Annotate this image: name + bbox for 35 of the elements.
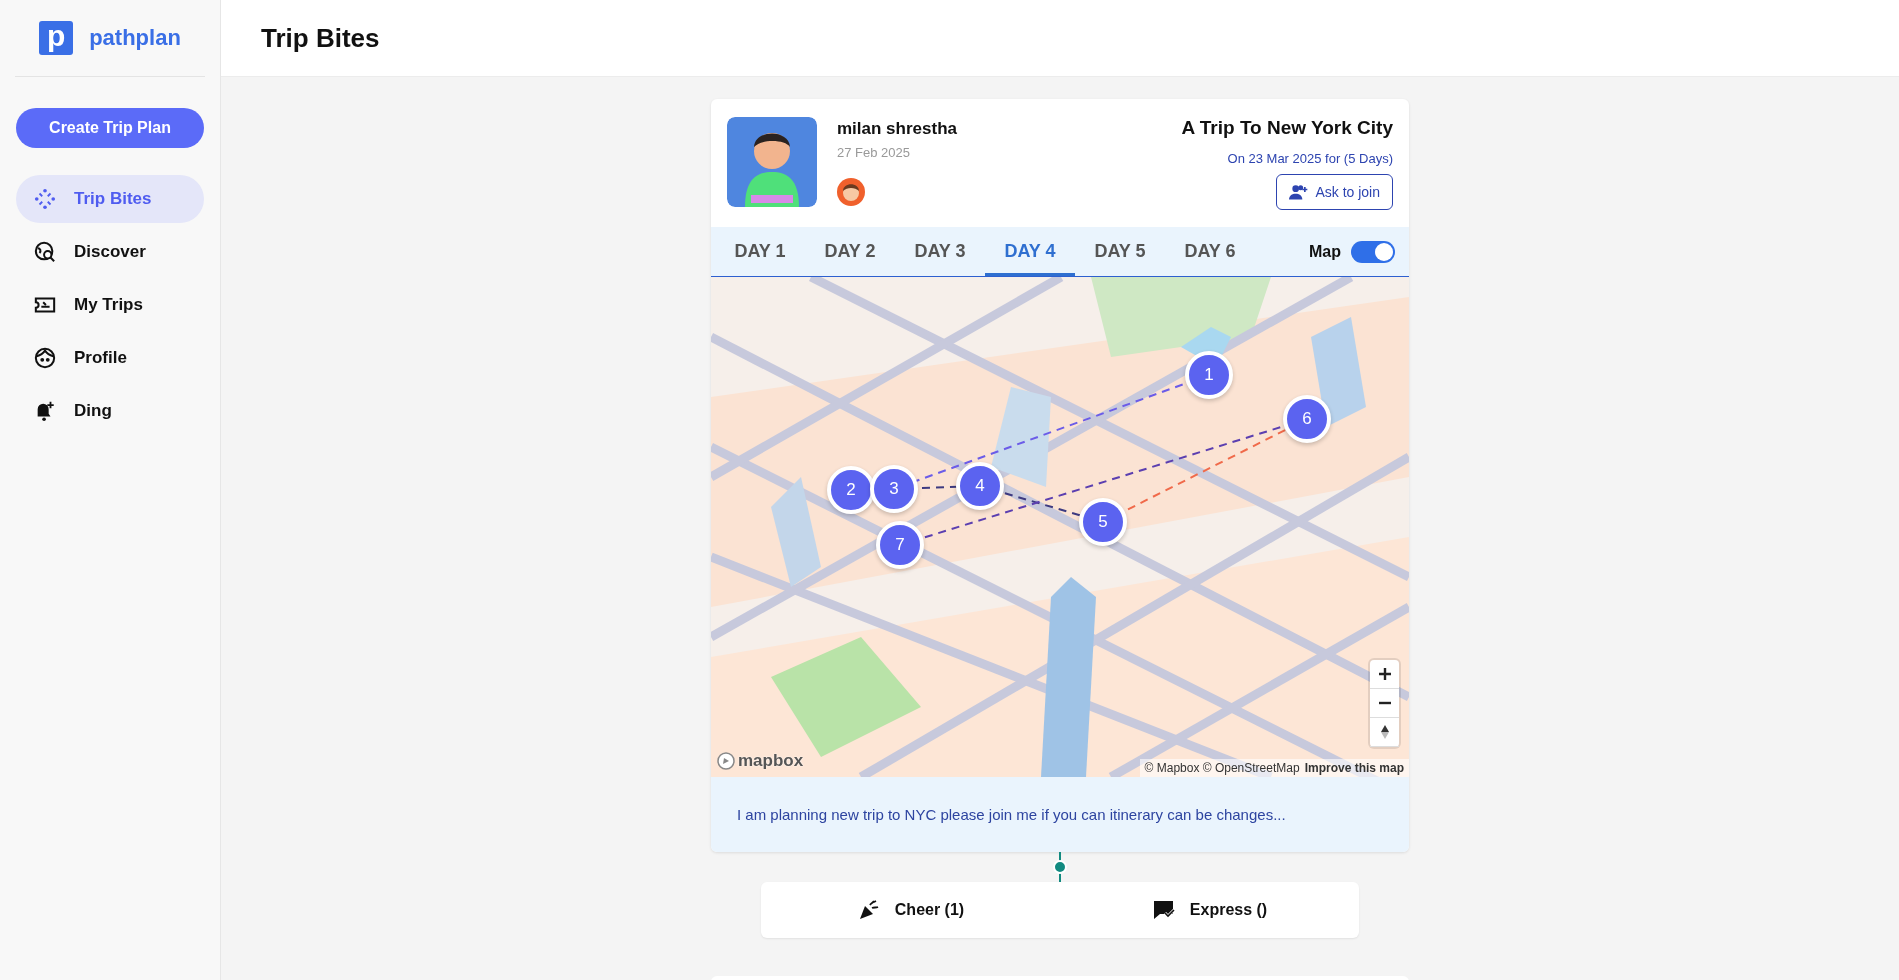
app-name: pathplan — [89, 25, 181, 51]
day-tab[interactable]: DAY 3 — [895, 227, 985, 276]
create-trip-button[interactable]: Create Trip Plan — [16, 108, 204, 148]
sidebar-item[interactable]: Discover — [16, 228, 204, 276]
map-toggle[interactable] — [1351, 240, 1395, 263]
cheer-button[interactable]: Cheer (1) — [761, 882, 1060, 938]
day-tab[interactable]: DAY 2 — [805, 227, 895, 276]
page-title: Trip Bites — [261, 22, 380, 54]
map-attribution: © Mapbox © OpenStreetMap — [1144, 761, 1300, 775]
trip-description: I am planning new trip to NYC please join me if you can itinerary can be changes... — [711, 777, 1409, 852]
sidebar-item[interactable]: My Trips — [16, 281, 204, 329]
add-people-icon — [1289, 183, 1310, 201]
day-tab[interactable]: DAY 5 — [1075, 227, 1165, 276]
improve-map-link[interactable]: Improve this map — [1304, 761, 1404, 775]
mapbox-logo-icon — [717, 752, 735, 770]
globe-search-icon — [34, 241, 56, 263]
trip-title: A Trip To New York City — [1181, 117, 1393, 139]
logo-icon: p — [39, 21, 74, 55]
sparkle-icon — [34, 188, 56, 210]
express-button[interactable]: Express () — [1060, 882, 1359, 938]
plus-icon — [1377, 667, 1392, 681]
day-tab[interactable]: DAY 1 — [715, 227, 805, 276]
sidebar-item[interactable]: Trip Bites — [16, 175, 204, 223]
sidebar-item[interactable]: Ding — [16, 387, 204, 435]
trip-dates: On 23 Mar 2025 for (5 Days) — [1227, 151, 1393, 166]
day-tab[interactable]: DAY 6 — [1165, 227, 1255, 276]
face-icon — [34, 347, 56, 369]
ask-to-join-button[interactable]: Ask to join — [1276, 174, 1393, 210]
chat-check-icon — [1151, 898, 1176, 922]
mapbox-logo: mapbox — [738, 751, 804, 771]
member-avatar[interactable] — [837, 178, 865, 206]
map-toggle-label: Map — [1309, 242, 1341, 261]
author-name: milan shrestha — [837, 119, 958, 139]
sidebar-item[interactable]: Profile — [16, 334, 204, 382]
post-date: 27 Feb 2025 — [837, 145, 911, 160]
